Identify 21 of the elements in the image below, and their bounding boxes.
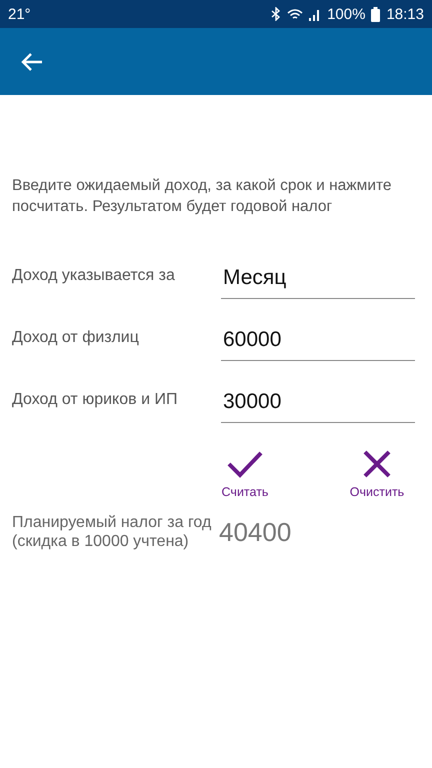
wifi-icon: [287, 8, 304, 20]
field-label: Доход от физлиц: [12, 329, 140, 348]
bluetooth-icon: [271, 7, 282, 21]
input-field[interactable]: 30000: [221, 386, 415, 423]
temperature-text: 21°: [8, 6, 31, 22]
check-icon: [226, 449, 264, 479]
close-icon: [362, 449, 392, 479]
battery-percent: 100%: [327, 6, 366, 22]
instruction-text: Введите ожидаемый доход, за какой срок и нажмите посчитать. Результатом будет годовой налог: [12, 176, 392, 217]
signal-icon: [309, 8, 322, 20]
clear-button[interactable]: Очистить: [334, 449, 420, 499]
clock-time: 18:13: [386, 6, 424, 22]
result-value: 40400: [219, 516, 292, 548]
calculate-button[interactable]: Считать: [202, 449, 288, 499]
back-icon[interactable]: [20, 52, 44, 72]
field-label: Доход от юриков и ИП: [12, 391, 178, 410]
battery-icon: [371, 6, 380, 22]
result-label: Планируемый налог за год (скидка в 10000 учтена): [12, 513, 212, 551]
input-field[interactable]: 60000: [221, 324, 415, 361]
input-field[interactable]: Месяц: [221, 262, 415, 299]
field-label: Доход указывается за: [12, 267, 176, 286]
